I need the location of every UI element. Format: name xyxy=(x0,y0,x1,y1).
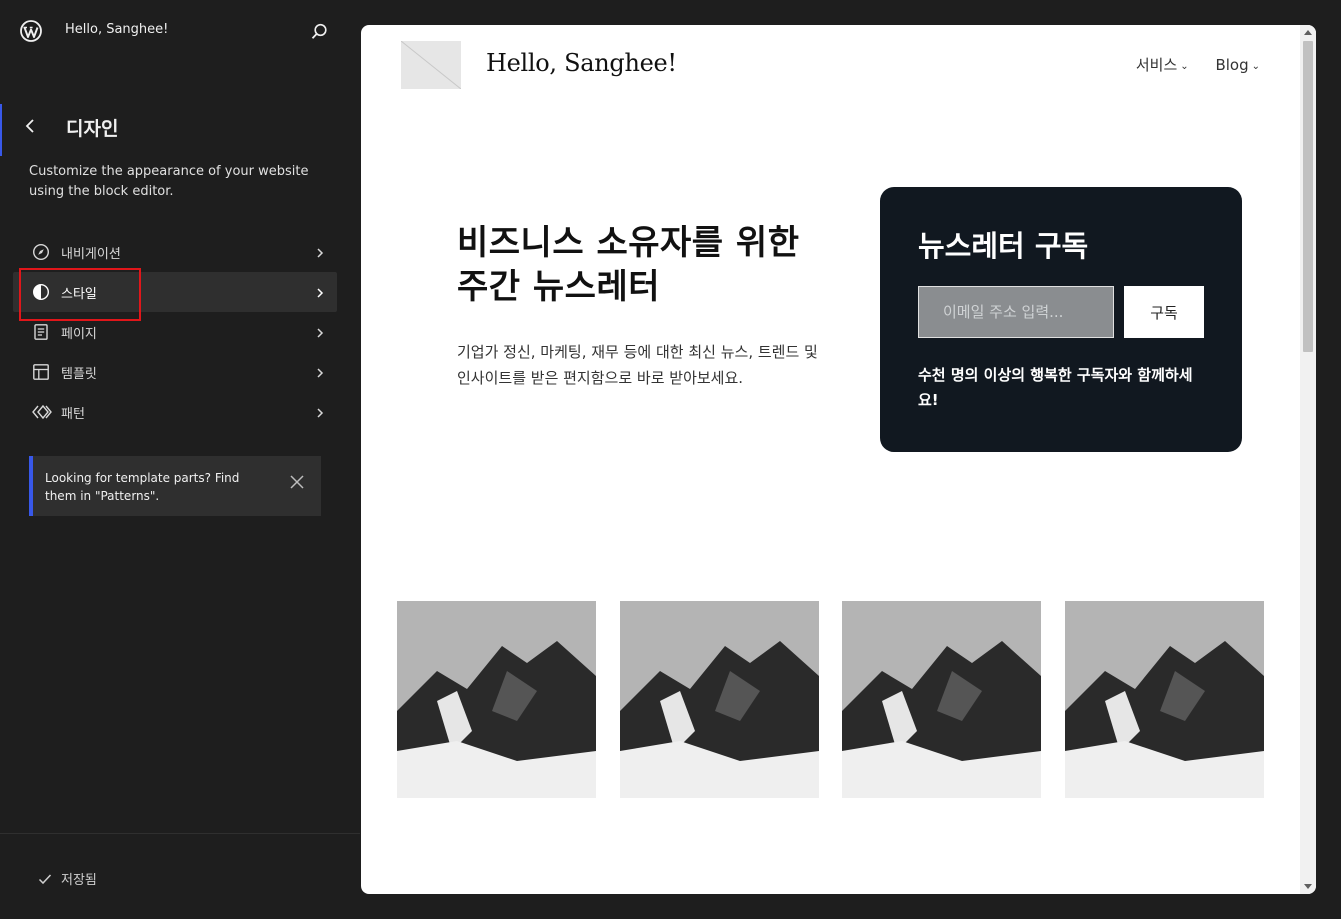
gallery-image[interactable] xyxy=(842,601,1041,798)
newsletter-card: 뉴스레터 구독 구독 수천 명의 이상의 행복한 구독자와 함께하세요! xyxy=(880,187,1242,452)
gallery-image[interactable] xyxy=(397,601,596,798)
site-preview-frame[interactable]: Hello, Sanghee! 서비스 ⌄ Blog ⌄ 비즈니스 소유자를 위한 … xyxy=(361,25,1316,894)
panel-description: Customize the appearance of your website… xyxy=(29,164,309,199)
search-icon[interactable] xyxy=(308,21,330,43)
site-title[interactable]: Hello, Sanghee! xyxy=(65,22,168,37)
layout-icon xyxy=(32,363,50,381)
nav-link-blog[interactable]: Blog ⌄ xyxy=(1215,56,1260,74)
site-navigation: 서비스 ⌄ Blog ⌄ xyxy=(1114,54,1260,75)
nav-item-label: 내비게이션 xyxy=(61,247,121,262)
chevron-right-icon xyxy=(315,245,325,259)
nav-item-patterns[interactable]: 패턴 xyxy=(13,392,337,432)
scrollbar-thumb[interactable] xyxy=(1303,41,1313,352)
half-circle-contrast-icon xyxy=(32,283,50,301)
focus-indicator xyxy=(0,104,2,156)
site-logo-placeholder[interactable] xyxy=(400,40,462,90)
site-name[interactable]: Hello, Sanghee! xyxy=(486,49,677,77)
nav-link-label: 서비스 xyxy=(1135,56,1178,74)
hero-heading: 비즈니스 소유자를 위한 주간 뉴스레터 xyxy=(457,223,800,307)
hero-description: 기업가 정신, 마케팅, 재무 등에 대한 최신 뉴스, 트렌드 및 인사이트를… xyxy=(457,343,818,387)
image-gallery xyxy=(397,601,1264,798)
sidebar-footer: 저장됨 xyxy=(0,833,360,919)
page-icon xyxy=(32,323,50,341)
chevron-right-icon xyxy=(315,325,325,339)
sidebar-topbar: Hello, Sanghee! xyxy=(0,0,360,62)
chevron-down-icon: ⌄ xyxy=(1251,61,1260,72)
chevron-right-icon xyxy=(315,285,325,299)
newsletter-subtext: 수천 명의 이상의 행복한 구독자와 함께하세요! xyxy=(918,366,1193,409)
check-icon xyxy=(38,871,52,885)
chevron-down-icon: ⌄ xyxy=(1180,61,1189,72)
preview-scrollbar[interactable] xyxy=(1300,25,1316,894)
nav-item-templates[interactable]: 템플릿 xyxy=(13,352,337,392)
chevron-right-icon xyxy=(315,405,325,419)
nav-link-services[interactable]: 서비스 ⌄ xyxy=(1136,54,1189,75)
diamond-pattern-icon xyxy=(32,403,52,421)
scroll-down-arrow-icon[interactable] xyxy=(1304,884,1312,889)
back-button[interactable] xyxy=(20,114,42,138)
nav-item-label: 패턴 xyxy=(61,407,85,422)
newsletter-title: 뉴스레터 구독 xyxy=(918,229,1089,263)
template-parts-notice: Looking for template parts? Find them in… xyxy=(29,456,321,516)
wordpress-logo-icon[interactable] xyxy=(20,20,42,42)
notice-text: Looking for template parts? Find them in… xyxy=(45,471,240,503)
nav-item-pages[interactable]: 페이지 xyxy=(13,312,337,352)
nav-item-label: 템플릿 xyxy=(61,367,97,382)
nav-item-styles[interactable]: 스타일 xyxy=(13,272,337,312)
site-editor-sidebar: Hello, Sanghee! 디자인 Customize the appear… xyxy=(0,0,360,919)
design-navigation: 내비게이션 스타일 페이지 템플릿 패턴 xyxy=(13,232,337,432)
chevron-right-icon xyxy=(315,365,325,379)
panel-title: 디자인 xyxy=(66,118,119,140)
nav-item-navigation[interactable]: 내비게이션 xyxy=(13,232,337,272)
gallery-image[interactable] xyxy=(1065,601,1264,798)
nav-link-label: Blog xyxy=(1215,56,1249,74)
nav-item-label: 스타일 xyxy=(61,287,97,302)
email-input[interactable] xyxy=(918,286,1114,338)
compass-icon xyxy=(32,243,50,261)
saved-status: 저장됨 xyxy=(61,873,97,888)
close-icon[interactable] xyxy=(289,474,305,490)
subscribe-button[interactable]: 구독 xyxy=(1124,286,1204,338)
gallery-image[interactable] xyxy=(620,601,819,798)
nav-item-label: 페이지 xyxy=(61,327,97,342)
scroll-up-arrow-icon[interactable] xyxy=(1304,30,1312,35)
